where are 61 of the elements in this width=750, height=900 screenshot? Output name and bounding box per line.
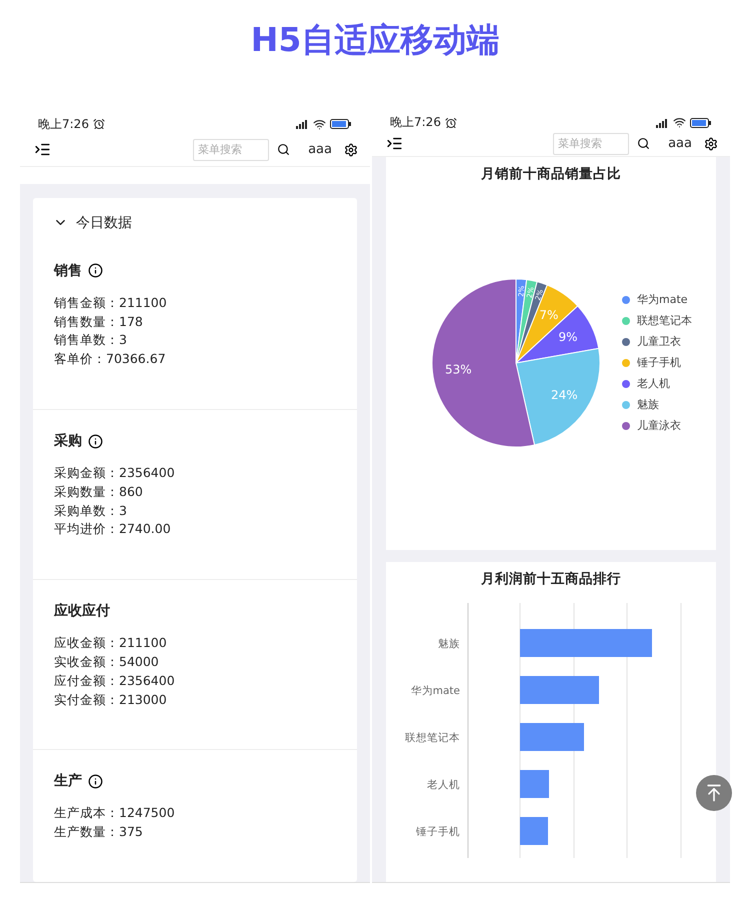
- bar: [520, 723, 584, 751]
- axis-label: 魅族: [438, 638, 460, 650]
- info-icon[interactable]: [88, 263, 103, 278]
- chart-title: 月利润前十五商品排行: [481, 570, 621, 588]
- battery-icon: [690, 118, 712, 128]
- legend-label[interactable]: 魅族: [637, 397, 659, 413]
- status-time: 晚上7:26: [38, 116, 89, 133]
- legend-label[interactable]: 华为mate: [637, 292, 688, 308]
- bar: [520, 817, 548, 845]
- stat-line: 采购金额：2356400: [54, 464, 176, 482]
- menu-icon[interactable]: [386, 135, 403, 152]
- menu-search-field[interactable]: 菜单搜索: [553, 132, 630, 154]
- signal-icon: [295, 119, 309, 130]
- search-icon[interactable]: [277, 143, 290, 156]
- stat-line: 客单价：70366.67: [54, 350, 167, 368]
- stat-line: 采购数量：860: [54, 482, 144, 501]
- legend-label[interactable]: 儿童卫衣: [637, 334, 681, 350]
- alarm-icon: [92, 118, 105, 130]
- user-name[interactable]: aaa: [668, 136, 692, 151]
- legend-label[interactable]: 儿童泳衣: [637, 418, 681, 434]
- status-time: 晚上7:26: [390, 114, 441, 131]
- stat-line: 生产数量：375: [54, 823, 144, 842]
- stat-line: 销售单数：3: [54, 331, 128, 350]
- legend-label[interactable]: 老人机: [637, 376, 670, 392]
- stat-line: 实付金额：213000: [54, 690, 168, 709]
- section-title: 采购: [54, 432, 82, 450]
- stat-line: 采购单数：3: [54, 502, 128, 520]
- stat-line: 应付金额：2356400: [54, 672, 176, 690]
- settings-icon[interactable]: [344, 142, 358, 157]
- axis-label: 锤子手机: [416, 826, 460, 838]
- data-label: 9%: [558, 330, 578, 344]
- legend-label[interactable]: 联想笔记本: [637, 313, 692, 329]
- collapse-header[interactable]: 今日数据: [33, 198, 152, 240]
- axis-label: 老人机: [427, 779, 460, 791]
- stat-line: 销售金额：211100: [54, 294, 168, 312]
- page-title: H5自适应移动端: [250, 19, 500, 61]
- legend-label[interactable]: 锤子手机: [637, 355, 681, 371]
- data-label: 53%: [445, 362, 472, 376]
- info-icon[interactable]: [88, 434, 103, 449]
- axis-label: 联想笔记本: [405, 732, 460, 744]
- data-label: 7%: [539, 308, 558, 322]
- stat-line: 实收金额：54000: [54, 653, 160, 672]
- menu-search-field[interactable]: 菜单搜索: [193, 138, 270, 161]
- stat-line: 生产成本：1247500: [54, 804, 176, 822]
- section-title: 销售: [54, 262, 82, 280]
- stat-line: 销售数量：178: [54, 312, 144, 331]
- bar: [520, 770, 549, 798]
- chart-title: 月销前十商品销量占比: [481, 165, 621, 183]
- stat-line: 平均进价：2740.00: [54, 520, 172, 538]
- signal-icon: [655, 118, 669, 128]
- user-name[interactable]: aaa: [308, 142, 332, 158]
- section-title: 应收应付: [54, 602, 110, 620]
- data-label: 24%: [550, 388, 578, 402]
- stat-line: 应收金额：211100: [54, 634, 168, 652]
- axis-label: 华为mate: [410, 685, 460, 697]
- battery-icon: [330, 119, 352, 130]
- settings-icon[interactable]: [704, 136, 718, 150]
- info-icon[interactable]: [88, 774, 103, 789]
- section-title: 生产: [54, 772, 82, 790]
- search-icon[interactable]: [637, 137, 650, 150]
- alarm-icon: [444, 116, 457, 128]
